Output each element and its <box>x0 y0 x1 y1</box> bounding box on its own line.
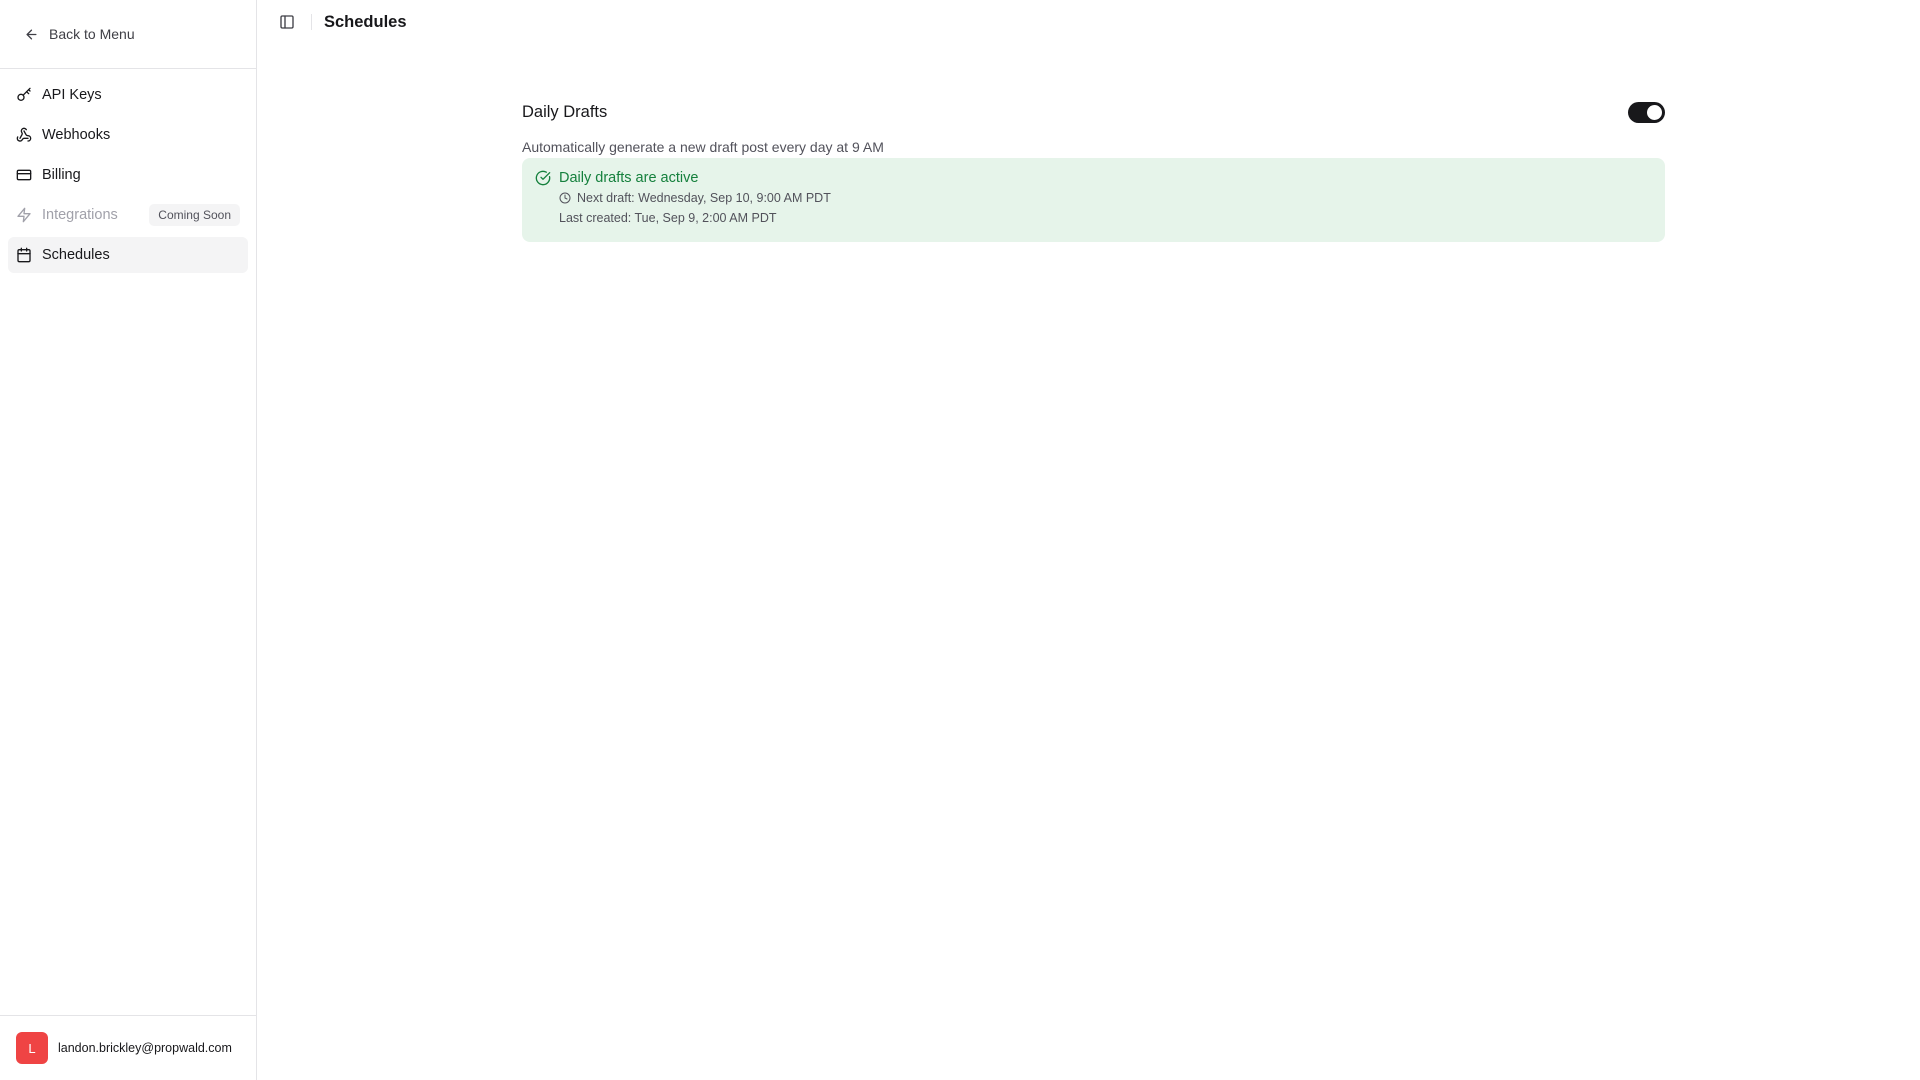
panel-left-icon <box>280 15 294 29</box>
zap-icon <box>17 207 31 223</box>
status-banner: Daily drafts are active Next draft: Wedn… <box>522 158 1665 242</box>
page-title: Schedules <box>324 12 407 31</box>
sidebar-item-webhooks[interactable]: Webhooks <box>8 117 248 153</box>
app-shell: Back to Menu API Keys Webhooks Billing I… <box>0 0 1920 1080</box>
daily-drafts-row: Daily Drafts <box>522 98 1665 126</box>
coming-soon-badge: Coming Soon <box>149 204 240 226</box>
daily-drafts-title: Daily Drafts <box>522 102 608 121</box>
next-draft-line: Next draft: Wednesday, Sep 10, 9:00 AM P… <box>559 191 1652 205</box>
calendar-icon <box>17 247 31 263</box>
sidebar-item-label: API Keys <box>42 87 102 103</box>
status-header: Daily drafts are active <box>535 170 1652 186</box>
last-created-line: Last created: Tue, Sep 9, 2:00 AM PDT <box>559 211 1652 225</box>
sidebar-header: Back to Menu <box>0 0 256 69</box>
avatar: L <box>16 1032 48 1064</box>
sidebar-item-label: Integrations <box>42 207 118 223</box>
topbar: Schedules <box>257 0 1920 44</box>
user-email: landon.brickley@propwald.com <box>58 1041 232 1055</box>
sidebar-item-label: Billing <box>42 167 81 183</box>
arrow-left-icon <box>26 29 37 39</box>
back-to-menu-label: Back to Menu <box>49 26 135 42</box>
toggle-knob <box>1647 104 1662 120</box>
main-area: Schedules Daily Drafts Automatically gen… <box>257 0 1920 1080</box>
sidebar-toggle-button[interactable] <box>273 8 301 36</box>
sidebar-item-schedules[interactable]: Schedules <box>8 237 248 273</box>
daily-drafts-toggle[interactable] <box>1628 101 1665 123</box>
sidebar-item-api-keys[interactable]: API Keys <box>8 77 248 113</box>
check-circle-icon <box>535 170 551 186</box>
sidebar-item-billing[interactable]: Billing <box>8 157 248 193</box>
clock-icon <box>559 192 571 204</box>
daily-drafts-description: Automatically generate a new draft post … <box>522 139 884 155</box>
sidebar-nav: API Keys Webhooks Billing Integrations C… <box>0 69 256 281</box>
key-icon <box>17 87 31 101</box>
sidebar-item-label: Schedules <box>42 247 110 263</box>
topbar-divider <box>311 14 312 30</box>
status-title: Daily drafts are active <box>559 170 699 186</box>
daily-drafts-section: Daily Drafts Automatically generate a ne… <box>522 98 1665 242</box>
sidebar-item-label: Webhooks <box>42 127 111 143</box>
user-menu[interactable]: L landon.brickley@propwald.com <box>0 1015 256 1080</box>
webhook-icon <box>16 127 32 142</box>
last-created-text: Last created: Tue, Sep 9, 2:00 AM PDT <box>559 211 777 225</box>
sidebar-item-integrations: Integrations Coming Soon <box>8 197 248 233</box>
next-draft-text: Next draft: Wednesday, Sep 10, 9:00 AM P… <box>577 191 831 205</box>
back-to-menu-link[interactable]: Back to Menu <box>24 26 135 42</box>
credit-card-icon <box>16 169 32 181</box>
sidebar: Back to Menu API Keys Webhooks Billing I… <box>0 0 257 1080</box>
